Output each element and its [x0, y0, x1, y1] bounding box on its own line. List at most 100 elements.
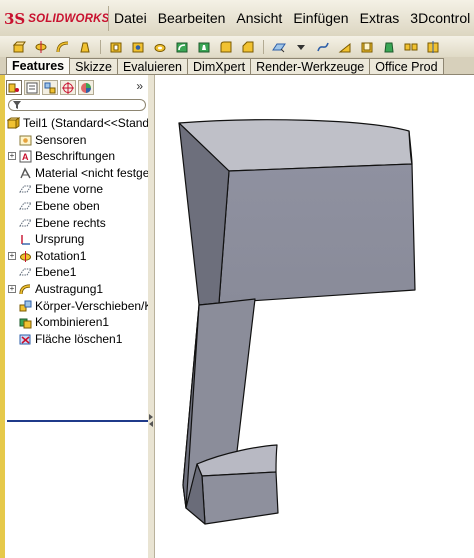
delete-face-icon — [19, 333, 32, 346]
lofted-boss-icon[interactable] — [78, 40, 92, 54]
svg-text:A: A — [22, 152, 29, 162]
splitter-grip-icon — [149, 414, 153, 427]
tab-office-products[interactable]: Office Prod — [369, 58, 444, 74]
tab-features[interactable]: Features — [6, 57, 71, 74]
hook-part-model[interactable] — [178, 119, 416, 525]
panel-splitter[interactable] — [148, 75, 155, 558]
command-toolbar — [0, 36, 474, 57]
dimxpert-manager-tab-icon[interactable] — [60, 80, 76, 95]
plane-icon — [19, 200, 32, 213]
tree-item-0[interactable]: Sensoren — [6, 132, 148, 149]
sweep-icon — [19, 283, 32, 296]
display-manager-tab-icon[interactable] — [78, 80, 94, 95]
plane-icon — [19, 183, 32, 196]
lofted-cut-icon[interactable] — [197, 40, 211, 54]
tree-item-label: Fläche löschen1 — [35, 331, 123, 346]
tree-item-2[interactable]: Material <nicht festgelegt> — [6, 165, 148, 182]
tree-item-10[interactable]: Körper-Verschieben/Kopieren1 — [6, 298, 148, 315]
tree-item-3[interactable]: Ebene vorne — [6, 181, 148, 198]
tree-item-4[interactable]: Ebene oben — [6, 198, 148, 215]
tree-item-1[interactable]: + A Beschriftungen — [6, 148, 148, 165]
chamfer-icon[interactable] — [241, 40, 255, 54]
feature-manager-tab-icon[interactable] — [6, 80, 22, 95]
menu-3dcontrol[interactable]: 3Dcontrol — [410, 10, 470, 26]
panel-expand-button[interactable]: » — [136, 79, 143, 93]
tree-item-label: Rotation1 — [35, 248, 87, 263]
origin-icon — [19, 233, 32, 246]
draft-icon[interactable] — [382, 40, 396, 54]
revolved-cut-icon[interactable] — [153, 40, 167, 54]
menu-bearbeiten[interactable]: Bearbeiten — [158, 10, 226, 26]
tree-item-label: Sensoren — [35, 132, 87, 147]
tree-item-9[interactable]: + Austragung1 — [6, 281, 148, 298]
tree-item-label: Körper-Verschieben/Kopieren1 — [35, 298, 148, 313]
configuration-manager-tab-icon[interactable] — [42, 80, 58, 95]
part-icon — [7, 117, 20, 130]
extruded-boss-icon[interactable] — [12, 40, 26, 54]
expand-toggle-icon[interactable]: + — [8, 152, 16, 161]
dropdown-arrow-icon[interactable] — [294, 40, 308, 54]
solidworks-logo[interactable]: 3S SOLIDWORKS — [4, 9, 109, 29]
tab-skizze[interactable]: Skizze — [69, 58, 118, 74]
reference-geometry-icon[interactable] — [272, 40, 286, 54]
plane-icon — [19, 217, 32, 230]
toolbar-divider — [263, 39, 264, 54]
rib-icon[interactable] — [338, 40, 352, 54]
feature-manager-panel: » Teil1 (Standard<<Standard Sensoren + A Bes… — [0, 75, 149, 558]
menu-ansicht[interactable]: Ansicht — [236, 10, 282, 26]
sensor-icon — [19, 134, 32, 147]
revolve-icon — [19, 250, 32, 263]
toolbar-divider — [100, 39, 101, 54]
extruded-cut-icon[interactable] — [109, 40, 123, 54]
move-body-icon — [19, 300, 32, 313]
menu-datei[interactable]: Datei — [114, 10, 147, 26]
tree-item-label: Material <nicht festgelegt> — [35, 165, 148, 180]
tree-item-8[interactable]: Ebene1 — [6, 264, 148, 281]
logo-text: SOLIDWORKS — [28, 13, 110, 25]
tab-dimxpert[interactable]: DimXpert — [187, 58, 252, 74]
expand-toggle-icon[interactable]: + — [8, 251, 16, 260]
curves-icon[interactable] — [316, 40, 330, 54]
tree-item-6[interactable]: Ursprung — [6, 231, 148, 248]
tree-item-7[interactable]: + Rotation1 — [6, 248, 148, 265]
mirror-icon[interactable] — [426, 40, 440, 54]
linear-pattern-icon[interactable] — [404, 40, 418, 54]
menu-bar: 3S SOLIDWORKS Datei Bearbeiten Ansicht E… — [0, 0, 474, 37]
graphics-area[interactable] — [155, 75, 474, 558]
material-icon — [19, 167, 32, 180]
annotation-icon: A — [19, 150, 32, 163]
filter-icon — [13, 101, 21, 109]
menu-divider — [108, 6, 109, 31]
ds-logo-mark: 3S — [4, 10, 26, 28]
fillet-icon[interactable] — [219, 40, 233, 54]
main-menu: Datei Bearbeiten Ansicht Einfügen Extras… — [114, 0, 474, 36]
swept-cut-icon[interactable] — [175, 40, 189, 54]
command-manager-tabs: Features Skizze Evaluieren DimXpert Rend… — [0, 57, 474, 75]
property-manager-tab-icon[interactable] — [24, 80, 40, 95]
tree-filter-input[interactable] — [8, 99, 146, 111]
revolved-boss-icon[interactable] — [34, 40, 48, 54]
tree-item-label: Beschriftungen — [35, 149, 116, 164]
tree-item-label: Ebene vorne — [35, 182, 104, 197]
model-viewport[interactable] — [155, 75, 474, 558]
menu-extras[interactable]: Extras — [360, 10, 400, 26]
plane-icon — [19, 266, 32, 279]
tree-item-label: Ebene oben — [35, 198, 100, 213]
rollback-bar[interactable] — [7, 420, 148, 422]
tree-item-label: Ebene1 — [35, 265, 77, 280]
tree-root-label: Teil1 (Standard<<Standard — [23, 116, 148, 130]
tree-item-label: Austragung1 — [35, 281, 104, 296]
tree-item-11[interactable]: Kombinieren1 — [6, 314, 148, 331]
menu-einfuegen[interactable]: Einfügen — [293, 10, 348, 26]
expand-toggle-icon[interactable]: + — [8, 284, 16, 293]
tree-item-5[interactable]: Ebene rechts — [6, 215, 148, 232]
tree-item-12[interactable]: Fläche löschen1 — [6, 331, 148, 348]
tab-render-werkzeuge[interactable]: Render-Werkzeuge — [250, 58, 371, 74]
combine-icon — [19, 316, 32, 329]
hole-wizard-icon[interactable] — [131, 40, 145, 54]
tab-evaluieren[interactable]: Evaluieren — [116, 58, 189, 74]
tree-item-label: Kombinieren1 — [35, 315, 110, 330]
tree-root-part[interactable]: Teil1 (Standard<<Standard — [6, 115, 148, 132]
shell-icon[interactable] — [360, 40, 374, 54]
swept-boss-icon[interactable] — [56, 40, 70, 54]
